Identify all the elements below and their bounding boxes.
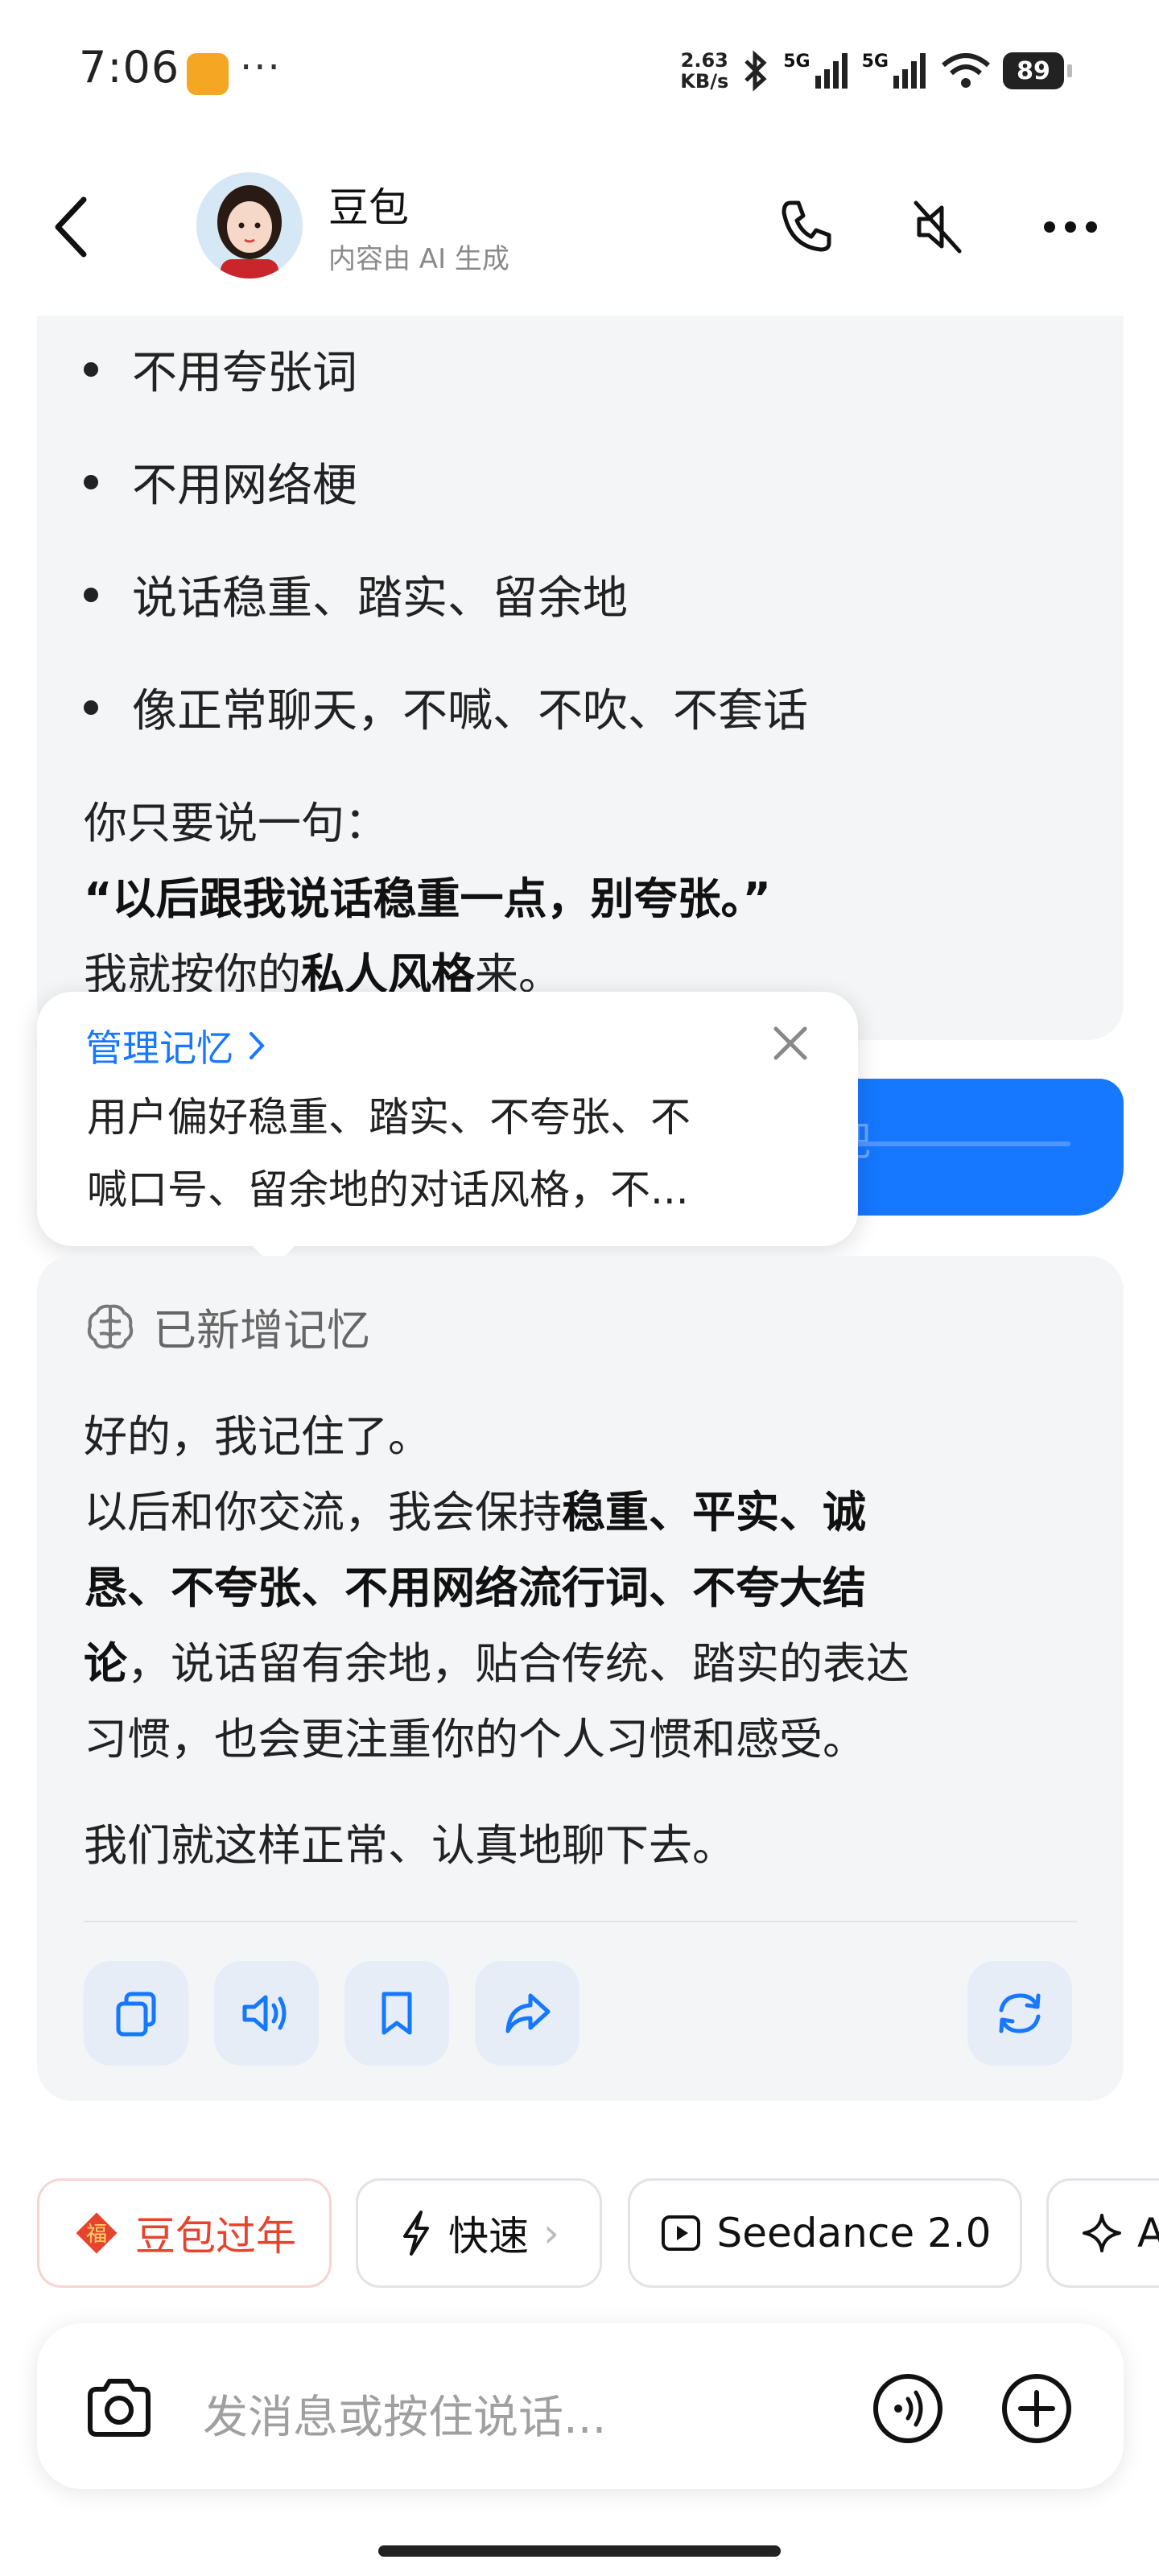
message-text: 你只要说一句： <box>84 798 388 848</box>
bookmark-icon <box>382 1992 412 2035</box>
ai-generated-notice: 内容由 AI 生成 <box>328 243 509 275</box>
text-underline <box>837 1141 1070 1146</box>
back-arrow-icon[interactable] <box>48 195 97 259</box>
memory-popup: 管理记忆 用户偏好稳重、踏实、不夸张、不 喊口号、留余地的对话风格，不... <box>37 992 858 1267</box>
message-quote: “以后跟我说话稳重一点，别夸张。” <box>84 863 771 927</box>
voice-wave-icon[interactable] <box>871 2372 945 2446</box>
signal-bars-icon <box>893 53 926 89</box>
message-input-bar: 发消息或按住说话... <box>37 2323 1124 2489</box>
brain-icon <box>87 1304 134 1348</box>
skill-chips-row: 福 豆包过年 快速 › Seedance 2.0 A <box>0 2178 1159 2291</box>
more-options-icon[interactable] <box>1038 195 1103 259</box>
chip-label: Seedance 2.0 <box>716 2210 992 2256</box>
chevron-right-icon <box>250 1032 265 1059</box>
ai-message-card: 不用夸张词 不用网络梗 说话稳重、踏实、留余地 像正常聊天，不喊、不吹、不套话 … <box>37 316 1124 1040</box>
battery-tip <box>1067 64 1072 77</box>
message-input[interactable]: 发消息或按住说话... <box>203 2381 606 2446</box>
chip-doubao-new-year[interactable]: 福 豆包过年 <box>37 2178 332 2288</box>
signal-bars-icon <box>815 53 848 89</box>
ai-message-card: 已新增记忆 好的，我记住了。 以后和你交流，我会保持稳重、平实、诚 恳、不夸张、… <box>37 1256 1124 2101</box>
regenerate-button[interactable] <box>967 1961 1072 2066</box>
text-bold: 论 <box>84 1638 127 1689</box>
speaker-icon <box>242 1995 287 2032</box>
message-text: 习惯，也会更注重你的个人习惯和感受。 <box>84 1714 866 1765</box>
bluetooth-icon <box>744 50 767 92</box>
share-button[interactable] <box>475 1961 580 2066</box>
notification-app-icon <box>187 53 229 95</box>
quote-text: “以后跟我说话稳重一点，别夸张。” <box>84 873 771 924</box>
chevron-right-icon: › <box>543 2210 559 2256</box>
camera-icon[interactable] <box>82 2372 156 2446</box>
memory-summary-line: 喊口号、留余地的对话风格，不... <box>87 1166 689 1213</box>
home-indicator[interactable] <box>378 2545 781 2557</box>
list-item-text: 不用网络梗 <box>132 460 357 512</box>
list-item: 不用网络梗 <box>84 449 357 514</box>
list-item: 不用夸张词 <box>84 336 357 402</box>
video-play-icon <box>661 2215 700 2251</box>
bullet-dot <box>84 361 98 377</box>
phone-call-icon[interactable] <box>773 195 837 259</box>
message-text: 我们就这样正常、认真地聊下去。 <box>84 1820 736 1871</box>
lightning-icon <box>403 2211 429 2256</box>
list-item-text: 像正常聊天，不喊、不吹、不套话 <box>132 685 808 737</box>
net-speed-value: 2.63 <box>680 49 728 72</box>
bookmark-button[interactable] <box>344 1961 449 2066</box>
text-segment: ，说话留有余地，贴合传统、踏实的表达 <box>127 1638 909 1689</box>
message-text: 恳、不夸张、不用网络流行词、不夸大结 <box>84 1552 866 1616</box>
signal-1-label: 5G <box>783 52 810 72</box>
list-item-text: 不用夸张词 <box>132 347 357 399</box>
text-segment: 以后和你交流，我会保持 <box>84 1487 562 1538</box>
close-icon[interactable] <box>768 1021 813 1066</box>
chat-header: 豆包 内容由 AI 生成 <box>0 161 1159 290</box>
copy-icon <box>116 1992 156 2037</box>
read-aloud-button[interactable] <box>214 1961 319 2066</box>
battery-level: 89 <box>1003 52 1064 89</box>
signal-1: 5G <box>783 52 850 90</box>
signal-2-label: 5G <box>861 52 889 72</box>
status-bar: 7:06 ··· 2.63 KB/s 5G 5G 89 <box>0 0 1159 145</box>
refresh-icon <box>999 1993 1041 2033</box>
signal-2: 5G <box>862 52 929 90</box>
avatar-illustration <box>196 172 303 279</box>
text-bold: 恳、不夸张、不用网络流行词、不夸大结 <box>84 1563 866 1613</box>
divider <box>84 1921 1077 1922</box>
bullet-dot <box>84 587 98 602</box>
list-item-text: 说话稳重、踏实、留余地 <box>132 572 628 625</box>
status-time: 7:06 <box>79 42 180 93</box>
wifi-icon <box>942 53 990 88</box>
speaker-mute-icon[interactable] <box>906 195 971 259</box>
bullet-dot <box>84 700 98 715</box>
share-arrow-icon <box>505 1993 551 2033</box>
sparkle-icon <box>1083 2214 1121 2252</box>
list-item: 说话稳重、踏实、留余地 <box>84 562 628 627</box>
message-text: 论，说话留有余地，贴合传统、踏实的表达 <box>84 1628 909 1691</box>
net-speed-unit: KB/s <box>680 70 729 93</box>
more-notifications-icon: ··· <box>240 45 282 90</box>
list-item: 像正常聊天，不喊、不吹、不套话 <box>84 675 808 740</box>
avatar[interactable] <box>196 172 303 279</box>
manage-memory-label: 管理记忆 <box>85 1026 233 1070</box>
network-speed: 2.63 KB/s <box>680 50 728 92</box>
bullet-dot <box>84 474 98 489</box>
chip-label: 快速 <box>448 2213 529 2260</box>
chip-label: A <box>1137 2210 1159 2256</box>
message-text: 以后和你交流，我会保持稳重、平实、诚 <box>84 1476 866 1540</box>
chip-fast[interactable]: 快速 › <box>356 2178 602 2288</box>
copy-button[interactable] <box>84 1961 188 2066</box>
chip-ai[interactable]: A <box>1046 2178 1159 2288</box>
fu-icon: 福 <box>76 2212 118 2254</box>
chip-label: 豆包过年 <box>135 2213 296 2260</box>
bot-name: 豆包 <box>328 184 409 231</box>
memory-added-indicator[interactable]: 已新增记忆 <box>84 1294 370 1358</box>
message-text: 好的，我记住了。 <box>84 1411 431 1462</box>
svg-text:福: 福 <box>86 2223 107 2247</box>
memory-summary-line: 用户偏好稳重、踏实、不夸张、不 <box>87 1094 691 1141</box>
memory-added-label: 已新增记忆 <box>153 1305 370 1356</box>
manage-memory-link[interactable]: 管理记忆 <box>85 1019 266 1072</box>
status-indicators: 2.63 KB/s 5G 5G 89 <box>680 47 1072 95</box>
text-bold: 稳重、平实、诚 <box>562 1487 866 1538</box>
chip-seedance[interactable]: Seedance 2.0 <box>628 2178 1022 2288</box>
add-plus-icon[interactable] <box>1000 2372 1074 2446</box>
